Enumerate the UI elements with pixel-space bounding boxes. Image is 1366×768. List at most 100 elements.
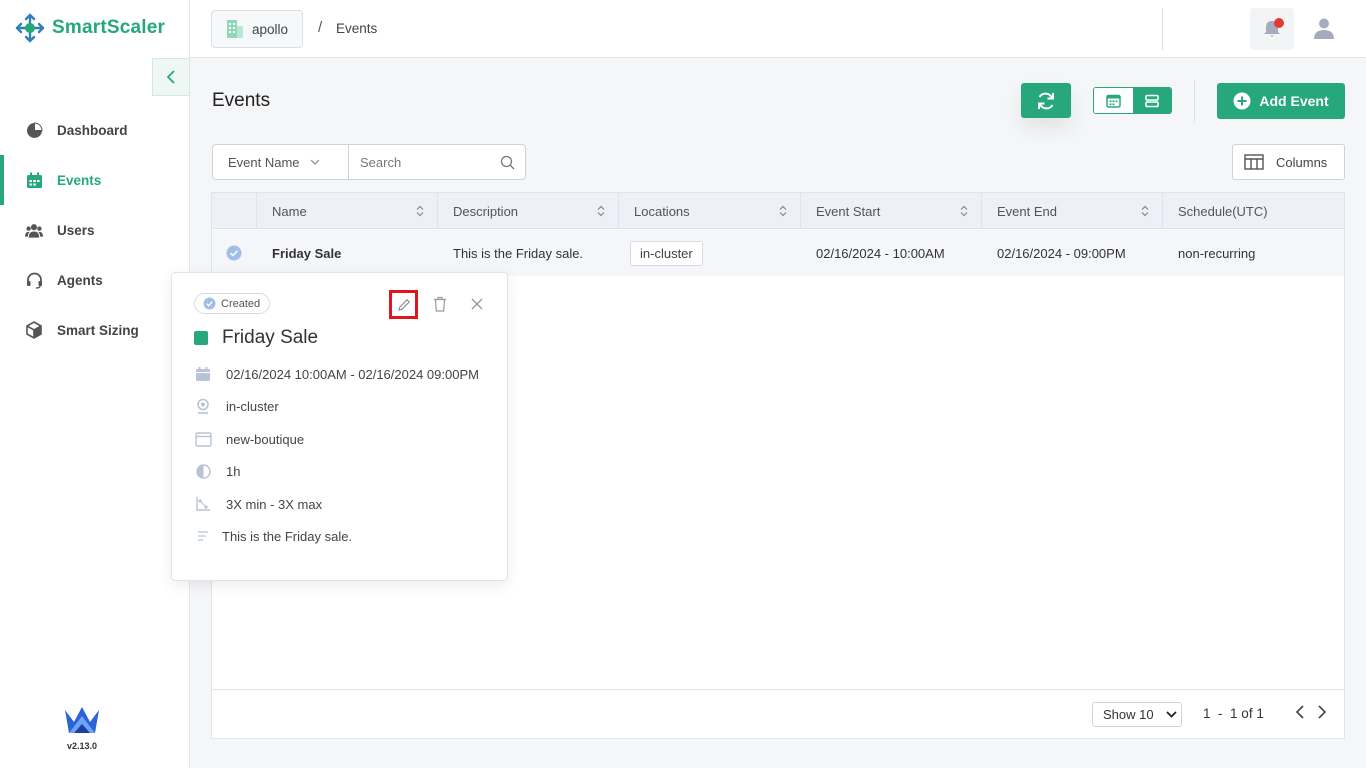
- pencil-icon: [397, 298, 410, 311]
- filter-field-select[interactable]: Event Name: [213, 145, 349, 179]
- event-details-popover: Created Friday Sale 02/16/2024 10:00AM -…: [171, 272, 508, 581]
- event-description: This is the Friday sale.: [222, 528, 353, 544]
- search-icon: [500, 155, 515, 170]
- column-label: Description: [453, 203, 519, 219]
- headset-icon: [25, 271, 43, 289]
- header-divider: [1162, 8, 1163, 50]
- view-toggle: [1093, 87, 1172, 114]
- select-all-column[interactable]: [212, 193, 257, 229]
- sidebar-item-label: Dashboard: [57, 122, 128, 138]
- calendar-view-button[interactable]: [1094, 88, 1133, 113]
- calendar-icon: [25, 171, 43, 189]
- sidebar-item-dashboard[interactable]: Dashboard: [0, 105, 190, 155]
- column-header-locations[interactable]: Locations: [619, 193, 801, 229]
- sidebar: SmartScaler Dashboard Events Users Agent…: [0, 0, 190, 768]
- cell-description: This is the Friday sale.: [453, 245, 584, 261]
- column-label: Event Start: [816, 203, 881, 219]
- check-circle-icon: [203, 297, 216, 310]
- sidebar-item-label: Users: [57, 222, 95, 238]
- building-icon: [227, 20, 243, 38]
- cell-event-end: 02/16/2024 - 09:00PM: [997, 245, 1126, 261]
- sidebar-item-events[interactable]: Events: [0, 155, 190, 205]
- cell-schedule: non-recurring: [1178, 245, 1256, 261]
- cell-name[interactable]: Friday Sale: [257, 230, 438, 276]
- chevron-left-icon[interactable]: [1294, 704, 1306, 720]
- sidebar-item-label: Events: [57, 172, 102, 188]
- event-location: in-cluster: [226, 398, 279, 414]
- org-selector[interactable]: apollo: [211, 10, 304, 48]
- cell-locations: in-cluster: [619, 230, 801, 276]
- column-label: Schedule(UTC): [1178, 203, 1268, 219]
- column-header-event-start[interactable]: Event Start: [801, 193, 982, 229]
- chevron-right-icon[interactable]: [1316, 704, 1328, 720]
- columns-label: Columns: [1276, 154, 1328, 170]
- version-text: v2.13.0: [66, 741, 98, 751]
- sidebar-item-smart-sizing[interactable]: Smart Sizing: [0, 305, 190, 355]
- page-size-value: Show 10: [1103, 707, 1154, 722]
- sidebar-item-users[interactable]: Users: [0, 205, 190, 255]
- location-tag: in-cluster: [630, 240, 703, 266]
- pagination-text: 1 - 1 of 1: [1203, 706, 1264, 721]
- event-scaling: 3X min - 3X max: [226, 496, 323, 512]
- sort-icon: [960, 205, 968, 217]
- users-icon: [25, 221, 43, 239]
- calendar-icon: [194, 365, 212, 383]
- crown-logo-icon: [65, 707, 99, 733]
- column-label: Name: [272, 203, 307, 219]
- breadcrumb-current-page: Events: [336, 21, 378, 36]
- status-badge: Created: [194, 293, 271, 314]
- add-event-label: Add Event: [1259, 93, 1329, 109]
- pie-chart-icon: [25, 121, 43, 139]
- table-footer: Show 10 1 - 1 of 1: [212, 689, 1344, 738]
- scale-axis-icon: [194, 495, 212, 513]
- user-avatar[interactable]: [1312, 16, 1336, 40]
- list-view-button[interactable]: [1132, 88, 1171, 113]
- event-app: new-boutique: [226, 431, 305, 447]
- toolbar-divider: [1194, 80, 1195, 122]
- sort-icon: [1141, 205, 1149, 217]
- search-placeholder: Search: [360, 154, 402, 170]
- column-header-schedule[interactable]: Schedule(UTC): [1163, 193, 1344, 229]
- sidebar-item-agents[interactable]: Agents: [0, 255, 190, 305]
- close-popover-button[interactable]: [468, 295, 486, 313]
- refresh-button[interactable]: [1021, 83, 1071, 118]
- org-name: apollo: [252, 21, 289, 37]
- columns-button[interactable]: Columns: [1232, 144, 1345, 180]
- add-event-button[interactable]: Add Event: [1217, 83, 1345, 119]
- event-description-row: This is the Friday sale.: [194, 527, 352, 545]
- status-text: Created: [221, 297, 261, 310]
- table-header: Name Description Locations Event Start E…: [212, 193, 1344, 229]
- table-columns-icon: [1244, 154, 1264, 170]
- column-header-name[interactable]: Name: [257, 193, 438, 229]
- app-logo[interactable]: SmartScaler: [14, 12, 165, 44]
- delete-event-button[interactable]: [431, 294, 449, 314]
- collapse-sidebar-button[interactable]: [152, 58, 190, 96]
- row-status-cell[interactable]: [212, 230, 257, 276]
- browser-window-icon: [194, 430, 212, 448]
- clock-pie-icon: [194, 462, 212, 480]
- event-datetime-row: 02/16/2024 10:00AM - 02/16/2024 09:00PM: [194, 365, 479, 383]
- event-title: Friday Sale: [222, 327, 319, 348]
- column-header-event-end[interactable]: Event End: [982, 193, 1163, 229]
- plus-circle-icon: [1233, 92, 1251, 110]
- event-duration-row: 1h: [194, 462, 240, 480]
- filter-field-value: Event Name: [228, 154, 300, 170]
- refresh-icon: [1038, 92, 1054, 109]
- text-lines-icon: [194, 527, 212, 545]
- event-app-row: new-boutique: [194, 430, 304, 448]
- notifications-button[interactable]: [1250, 8, 1294, 50]
- list-icon: [1145, 94, 1159, 107]
- event-location-row: in-cluster: [194, 397, 279, 415]
- filter-bar: Event Name Search: [212, 144, 526, 180]
- column-header-description[interactable]: Description: [438, 193, 619, 229]
- chevron-left-icon: [166, 70, 175, 84]
- trash-icon: [434, 296, 446, 312]
- app-name: SmartScaler: [52, 17, 166, 38]
- page-size-select[interactable]: Show 10: [1092, 702, 1182, 727]
- edit-event-button[interactable]: [389, 290, 418, 319]
- table-row[interactable]: Friday Sale This is the Friday sale. in-…: [212, 230, 1344, 276]
- search-input[interactable]: Search: [349, 145, 525, 179]
- event-scaling-row: 3X min - 3X max: [194, 495, 322, 513]
- location-pin-icon: [194, 397, 212, 415]
- top-header: apollo / Events: [190, 0, 1366, 58]
